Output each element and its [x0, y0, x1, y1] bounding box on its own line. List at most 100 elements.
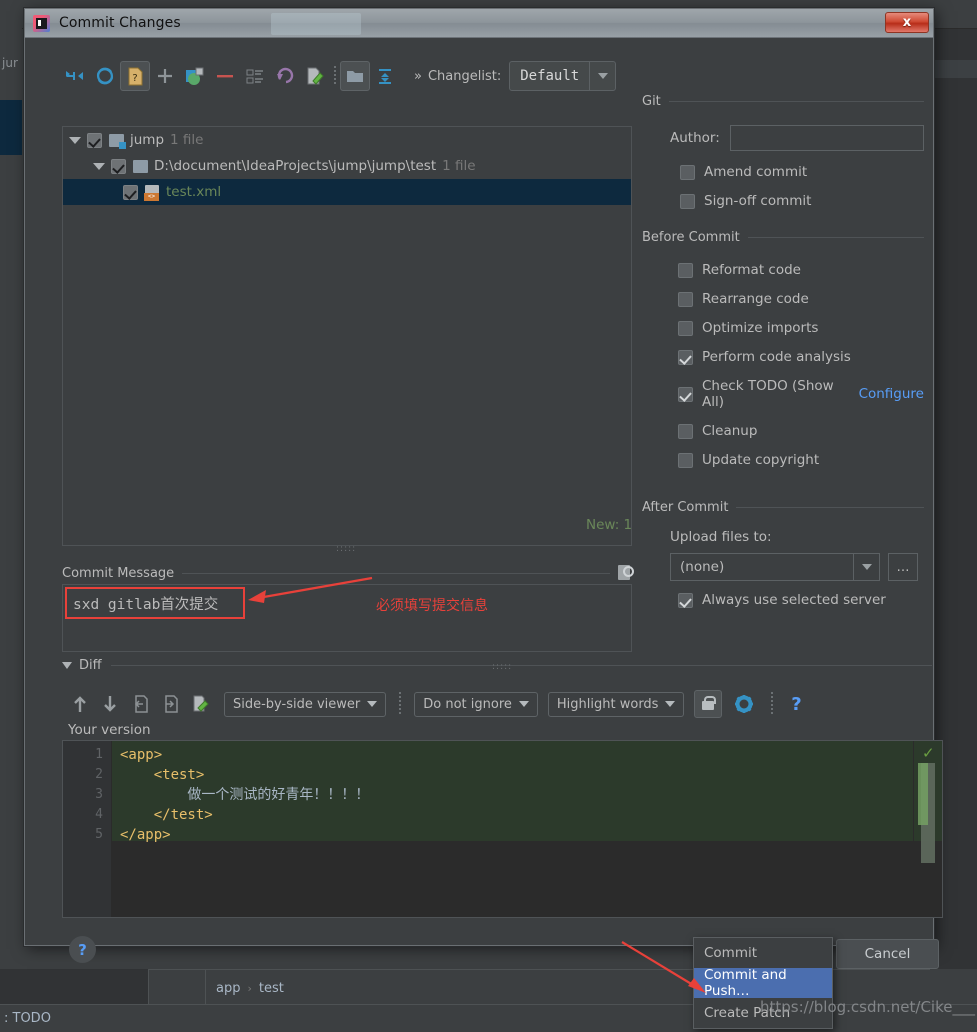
divider: [668, 101, 924, 102]
question-icon[interactable]: ?: [782, 690, 810, 718]
configure-todo-link[interactable]: Configure: [859, 386, 924, 402]
author-label: Author:: [670, 130, 720, 146]
diff-code-area[interactable]: <app> <test> 做一个测试的好青年！！！！ </test> </app…: [112, 741, 913, 917]
changelist-value: Default: [520, 68, 580, 84]
edit-source-icon[interactable]: [186, 690, 214, 718]
expand-triangle-icon[interactable]: [69, 136, 81, 144]
close-icon[interactable]: x: [885, 12, 929, 33]
row-checkbox[interactable]: [123, 184, 138, 200]
changes-toolbar: ? » Changelist: Default: [60, 56, 635, 96]
checkbox-box: [678, 386, 693, 402]
diff-title-label: Diff: [79, 658, 102, 673]
author-field[interactable]: [729, 125, 924, 151]
group-by-icon[interactable]: [240, 61, 270, 91]
move-to-changelist-icon[interactable]: [180, 61, 210, 91]
unversioned-files-icon[interactable]: ?: [120, 61, 150, 91]
group-by-directory-icon[interactable]: [340, 61, 370, 91]
checkbox-label: Cleanup: [702, 423, 758, 439]
commit-changes-dialog: Commit Changes x ? » Changelist: Default…: [24, 8, 943, 969]
rollback-icon[interactable]: [270, 61, 300, 91]
checkbox-box: [678, 262, 693, 278]
annotation-arrow-1: [248, 576, 373, 603]
row-checkbox[interactable]: [111, 158, 126, 174]
browse-server-button[interactable]: …: [888, 553, 918, 581]
table-row[interactable]: jump 1 file: [63, 127, 631, 153]
menu-item-commit[interactable]: Commit: [694, 938, 832, 968]
breadcrumb-item-app[interactable]: app: [216, 981, 240, 996]
ignore-mode-value: Do not ignore: [423, 696, 512, 712]
chevron-down-icon[interactable]: [589, 62, 615, 90]
expand-toolbar-icon[interactable]: »: [414, 69, 422, 84]
dialog-titlebar[interactable]: Commit Changes x: [25, 9, 933, 38]
checkbox-label: Check TODO (Show All): [702, 378, 834, 410]
changelist-combobox[interactable]: Default: [509, 61, 617, 91]
lock-icon[interactable]: [694, 690, 723, 718]
line-number: 2: [95, 767, 103, 782]
checkbox-label: Rearrange code: [702, 291, 809, 307]
show-diff-icon[interactable]: [60, 61, 90, 91]
accept-left-icon[interactable]: [126, 690, 154, 718]
highlight-mode-combobox[interactable]: Highlight words: [547, 691, 685, 717]
row-checkbox[interactable]: [87, 132, 102, 148]
check-todo-checkbox[interactable]: Check TODO (Show All) Configure: [642, 378, 924, 410]
collapse-triangle-icon[interactable]: [62, 662, 72, 669]
rearrange-code-checkbox[interactable]: Rearrange code: [642, 291, 924, 307]
menu-item-commit-and-push[interactable]: Commit and Push…: [694, 967, 832, 999]
viewer-mode-value: Side-by-side viewer: [233, 696, 361, 712]
divider: [747, 237, 924, 238]
author-row: Author:: [642, 125, 924, 151]
checkbox-label: Perform code analysis: [702, 349, 851, 365]
always-use-selected-server-checkbox[interactable]: Always use selected server: [642, 592, 924, 608]
cancel-button[interactable]: Cancel: [836, 939, 939, 969]
chevron-down-icon[interactable]: [853, 554, 879, 580]
titlebar-ghost-overlay: [271, 13, 361, 35]
diff-pane[interactable]: 1 2 3 4 5 <app> <test> 做一个测试的好青年！！！！ </t…: [62, 740, 943, 918]
reformat-code-checkbox[interactable]: Reformat code: [642, 262, 924, 278]
cleanup-checkbox[interactable]: Cleanup: [642, 423, 924, 439]
breadcrumb-item-test[interactable]: test: [259, 981, 284, 996]
upload-server-combobox[interactable]: (none): [670, 553, 880, 581]
accept-right-icon[interactable]: [156, 690, 184, 718]
splitter-handle[interactable]: :::::: [336, 544, 356, 554]
status-todo-label[interactable]: : TODO: [4, 1011, 51, 1026]
divider: [736, 507, 924, 508]
expand-triangle-icon[interactable]: [93, 162, 105, 170]
update-copyright-checkbox[interactable]: Update copyright: [642, 452, 924, 468]
add-icon[interactable]: [150, 61, 180, 91]
annotation-text: 必须填写提交信息: [376, 598, 488, 614]
amend-commit-checkbox[interactable]: Amend commit: [642, 164, 924, 180]
viewer-mode-combobox[interactable]: Side-by-side viewer: [224, 691, 387, 717]
edit-source-icon[interactable]: [300, 61, 330, 91]
diff-change-marker: [918, 763, 928, 825]
before-commit-title: Before Commit: [642, 230, 924, 245]
help-button[interactable]: ?: [69, 936, 96, 963]
upload-files-label: Upload files to:: [670, 529, 772, 545]
ignore-mode-combobox[interactable]: Do not ignore: [414, 691, 538, 717]
optimize-imports-checkbox[interactable]: Optimize imports: [642, 320, 924, 336]
table-row[interactable]: test.xml: [63, 179, 631, 205]
previous-difference-icon[interactable]: [66, 690, 94, 718]
tree-row-label: jump: [130, 132, 165, 148]
diff-toolbar-separator: [396, 692, 405, 716]
message-history-icon[interactable]: [618, 565, 634, 581]
ide-breadcrumb-divider-2: [205, 969, 206, 1004]
diff-splitter-handle[interactable]: :::::: [492, 662, 512, 672]
next-difference-icon[interactable]: [96, 690, 124, 718]
diff-toolbar-separator-2: [768, 692, 777, 716]
sign-off-commit-checkbox[interactable]: Sign-off commit: [642, 193, 924, 209]
changes-tree[interactable]: jump 1 file D:\document\IdeaProjects\jum…: [62, 126, 632, 546]
code-line: </test>: [120, 807, 213, 823]
diff-scrollbar[interactable]: ✓: [914, 741, 942, 917]
tree-row-count: 1 file: [442, 158, 476, 174]
highlight-mode-value: Highlight words: [556, 696, 659, 712]
gear-icon[interactable]: [730, 690, 758, 718]
svg-text:?: ?: [132, 73, 137, 84]
checkbox-label: Always use selected server: [702, 592, 886, 608]
delete-icon[interactable]: [210, 61, 240, 91]
commit-message-input[interactable]: sxd gitlab首次提交: [65, 587, 245, 619]
perform-code-analysis-checkbox[interactable]: Perform code analysis: [642, 349, 924, 365]
table-row[interactable]: D:\document\IdeaProjects\jump\jump\test …: [63, 153, 631, 179]
checkbox-box: [678, 291, 693, 307]
refresh-icon[interactable]: [90, 61, 120, 91]
expand-collapse-icon[interactable]: [370, 61, 400, 91]
